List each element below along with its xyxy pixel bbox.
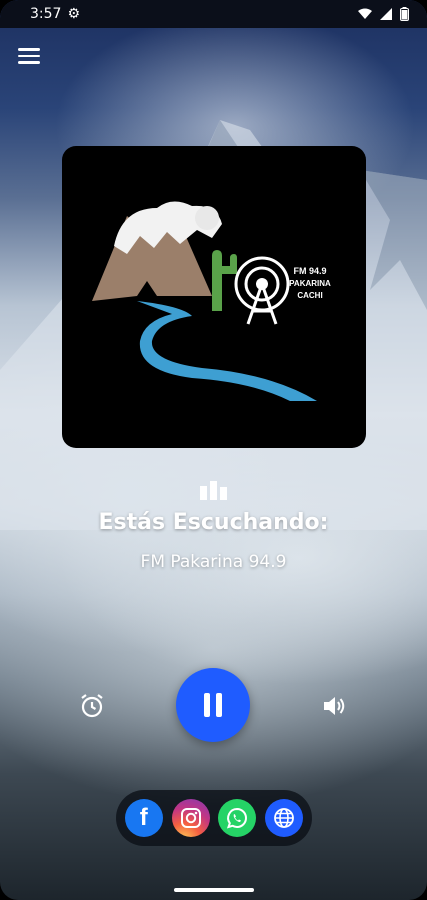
hamburger-menu-icon bbox=[18, 48, 40, 51]
status-bar: 3:57 ⚙ bbox=[0, 0, 427, 28]
whatsapp-icon bbox=[227, 807, 248, 829]
instagram-button[interactable] bbox=[171, 799, 210, 837]
app-screen: 3:57 ⚙ FM 94.9 PAKARINA CACHI Estás Escu… bbox=[0, 0, 427, 900]
volume-icon bbox=[324, 697, 345, 715]
pause-button[interactable] bbox=[176, 668, 250, 742]
player-controls bbox=[0, 668, 427, 744]
logo-line-1: FM 94.9 bbox=[293, 266, 326, 276]
logo-line-3: CACHI bbox=[297, 291, 322, 300]
website-button[interactable] bbox=[265, 799, 304, 837]
station-artwork: FM 94.9 PAKARINA CACHI bbox=[62, 146, 366, 448]
logo-line-2: PAKARINA bbox=[289, 279, 331, 288]
alarm-clock-icon bbox=[81, 694, 103, 718]
station-logo: FM 94.9 PAKARINA CACHI bbox=[92, 201, 331, 401]
battery-icon bbox=[400, 7, 409, 21]
home-indicator[interactable] bbox=[174, 888, 254, 892]
instagram-icon bbox=[180, 808, 201, 828]
now-playing-title: Estás Escuchando: bbox=[98, 510, 329, 535]
alarm-button[interactable] bbox=[78, 692, 106, 720]
clock: 3:57 bbox=[30, 6, 62, 22]
social-links: f bbox=[116, 790, 312, 846]
globe-icon bbox=[274, 808, 295, 828]
station-name: FM Pakarina 94.9 bbox=[140, 552, 287, 572]
facebook-icon: f bbox=[139, 804, 148, 831]
whatsapp-button[interactable] bbox=[218, 799, 257, 837]
settings-icon: ⚙ bbox=[67, 6, 81, 22]
volume-button[interactable] bbox=[320, 692, 348, 720]
pause-icon bbox=[204, 693, 210, 717]
signal-icon bbox=[380, 8, 392, 20]
equalizer-icon bbox=[200, 481, 227, 500]
facebook-button[interactable]: f bbox=[124, 799, 163, 837]
menu-button[interactable] bbox=[18, 44, 44, 68]
wifi-icon bbox=[358, 8, 372, 19]
